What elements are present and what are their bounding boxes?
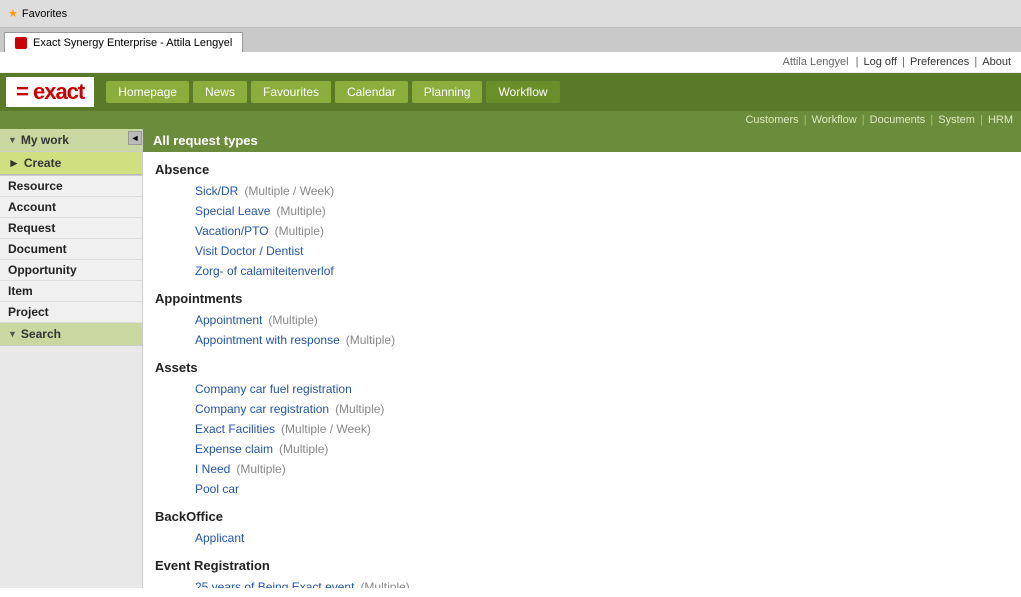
- sep3: |: [974, 56, 980, 68]
- nav-favourites[interactable]: Favourites: [251, 81, 331, 103]
- section-backoffice: BackOffice: [155, 509, 1009, 524]
- sec-nav-customers[interactable]: Customers: [745, 114, 798, 126]
- logo: = exact: [6, 77, 94, 107]
- my-work-arrow: ▼: [8, 135, 17, 145]
- favorites-star: ★: [8, 7, 18, 20]
- sidebar-create-header[interactable]: ► Create: [0, 152, 142, 175]
- sidebar-item-project[interactable]: Project: [0, 302, 142, 323]
- tag: (Multiple / Week): [281, 422, 371, 436]
- list-item: Sick/DR (Multiple / Week): [155, 181, 1009, 201]
- list-item: Appointment (Multiple): [155, 310, 1009, 330]
- sidebar-search-header[interactable]: ▼ Search: [0, 323, 142, 345]
- favorites-label: Favorites: [22, 8, 67, 20]
- nav-planning[interactable]: Planning: [412, 81, 483, 103]
- main-layout: ◄ ▼ My work ► Create Resource Account Re…: [0, 129, 1021, 588]
- preferences-link[interactable]: Preferences: [910, 56, 969, 68]
- tab-bar: Exact Synergy Enterprise - Attila Lengye…: [0, 28, 1021, 52]
- link-exact-facilities[interactable]: Exact Facilities: [195, 422, 275, 436]
- tag: (Multiple): [236, 462, 285, 476]
- link-sick-dr[interactable]: Sick/DR: [195, 184, 238, 198]
- link-expense-claim[interactable]: Expense claim: [195, 442, 273, 456]
- sidebar-item-account[interactable]: Account: [0, 197, 142, 218]
- create-label: Create: [24, 156, 61, 170]
- sidebar: ◄ ▼ My work ► Create Resource Account Re…: [0, 129, 143, 588]
- link-car-fuel[interactable]: Company car fuel registration: [195, 382, 352, 396]
- tag: (Multiple): [279, 442, 328, 456]
- sec-nav-documents[interactable]: Documents: [870, 114, 926, 126]
- tag: (Multiple): [275, 224, 324, 238]
- list-item: Company car registration (Multiple): [155, 399, 1009, 419]
- tag: (Multiple / Week): [244, 184, 334, 198]
- sidebar-item-request[interactable]: Request: [0, 218, 142, 239]
- list-item: Expense claim (Multiple): [155, 439, 1009, 459]
- sidebar-item-item[interactable]: Item: [0, 281, 142, 302]
- log-off-link[interactable]: Log off: [864, 56, 897, 68]
- list-item: Pool car: [155, 479, 1009, 499]
- sidebar-search-section: ▼ Search: [0, 323, 142, 346]
- link-car-reg[interactable]: Company car registration: [195, 402, 329, 416]
- sidebar-item-resource[interactable]: Resource: [0, 176, 142, 197]
- browser-bar: ★ Favorites: [0, 0, 1021, 28]
- browser-tab[interactable]: Exact Synergy Enterprise - Attila Lengye…: [4, 32, 243, 52]
- link-special-leave[interactable]: Special Leave: [195, 204, 270, 218]
- list-item: Zorg- of calamiteitenverlof: [155, 261, 1009, 281]
- tag: (Multiple): [276, 204, 325, 218]
- tag: (Multiple): [360, 580, 409, 588]
- list-item: Company car fuel registration: [155, 379, 1009, 399]
- link-pool-car[interactable]: Pool car: [195, 482, 239, 496]
- section-appointments: Appointments: [155, 291, 1009, 306]
- list-item: 25 years of Being Exact event (Multiple): [155, 577, 1009, 588]
- sidebar-create-section: ► Create: [0, 152, 142, 176]
- username: Attila Lengyel: [782, 56, 848, 68]
- list-item: Exact Facilities (Multiple / Week): [155, 419, 1009, 439]
- tab-icon: [15, 37, 27, 49]
- content-title: All request types: [143, 129, 1021, 152]
- search-label: Search: [21, 327, 61, 341]
- section-assets: Assets: [155, 360, 1009, 375]
- list-item: Appointment with response (Multiple): [155, 330, 1009, 350]
- link-zorg[interactable]: Zorg- of calamiteitenverlof: [195, 264, 334, 278]
- main-nav: = exact Homepage News Favourites Calenda…: [0, 73, 1021, 111]
- link-vacation[interactable]: Vacation/PTO: [195, 224, 269, 238]
- create-arrow: ►: [8, 156, 20, 170]
- sidebar-item-document[interactable]: Document: [0, 239, 142, 260]
- sec-nav-system[interactable]: System: [938, 114, 975, 126]
- tab-label: Exact Synergy Enterprise - Attila Lengye…: [33, 37, 232, 49]
- tag: (Multiple): [335, 402, 384, 416]
- section-absence: Absence: [155, 162, 1009, 177]
- link-25years[interactable]: 25 years of Being Exact event: [195, 580, 354, 588]
- list-item: Applicant: [155, 528, 1009, 548]
- search-arrow: ▼: [8, 329, 17, 339]
- my-work-label: My work: [21, 133, 69, 147]
- list-item: Visit Doctor / Dentist: [155, 241, 1009, 261]
- secondary-nav: Customers | Workflow | Documents | Syste…: [0, 111, 1021, 129]
- list-item: Special Leave (Multiple): [155, 201, 1009, 221]
- sidebar-my-work-header[interactable]: ▼ My work: [0, 129, 142, 151]
- link-doctor[interactable]: Visit Doctor / Dentist: [195, 244, 303, 258]
- sep1: |: [856, 56, 862, 68]
- nav-news[interactable]: News: [193, 81, 247, 103]
- user-bar: Attila Lengyel | Log off | Preferences |…: [0, 52, 1021, 73]
- list-item: Vacation/PTO (Multiple): [155, 221, 1009, 241]
- link-appointment[interactable]: Appointment: [195, 313, 262, 327]
- sidebar-toggle[interactable]: ◄: [128, 131, 142, 145]
- link-appointment-response[interactable]: Appointment with response: [195, 333, 340, 347]
- sep2: |: [902, 56, 908, 68]
- link-applicant[interactable]: Applicant: [195, 531, 244, 545]
- tag: (Multiple): [346, 333, 395, 347]
- nav-homepage[interactable]: Homepage: [106, 81, 189, 103]
- nav-workflow[interactable]: Workflow: [486, 81, 559, 103]
- sec-nav-hrm[interactable]: HRM: [988, 114, 1013, 126]
- content-area: All request types Absence Sick/DR (Multip…: [143, 129, 1021, 588]
- sidebar-my-work-section: ▼ My work: [0, 129, 142, 152]
- nav-calendar[interactable]: Calendar: [335, 81, 408, 103]
- about-link[interactable]: About: [982, 56, 1011, 68]
- sec-nav-workflow[interactable]: Workflow: [812, 114, 857, 126]
- sidebar-item-opportunity[interactable]: Opportunity: [0, 260, 142, 281]
- list-item: I Need (Multiple): [155, 459, 1009, 479]
- tag: (Multiple): [268, 313, 317, 327]
- section-event-reg: Event Registration: [155, 558, 1009, 573]
- link-i-need[interactable]: I Need: [195, 462, 230, 476]
